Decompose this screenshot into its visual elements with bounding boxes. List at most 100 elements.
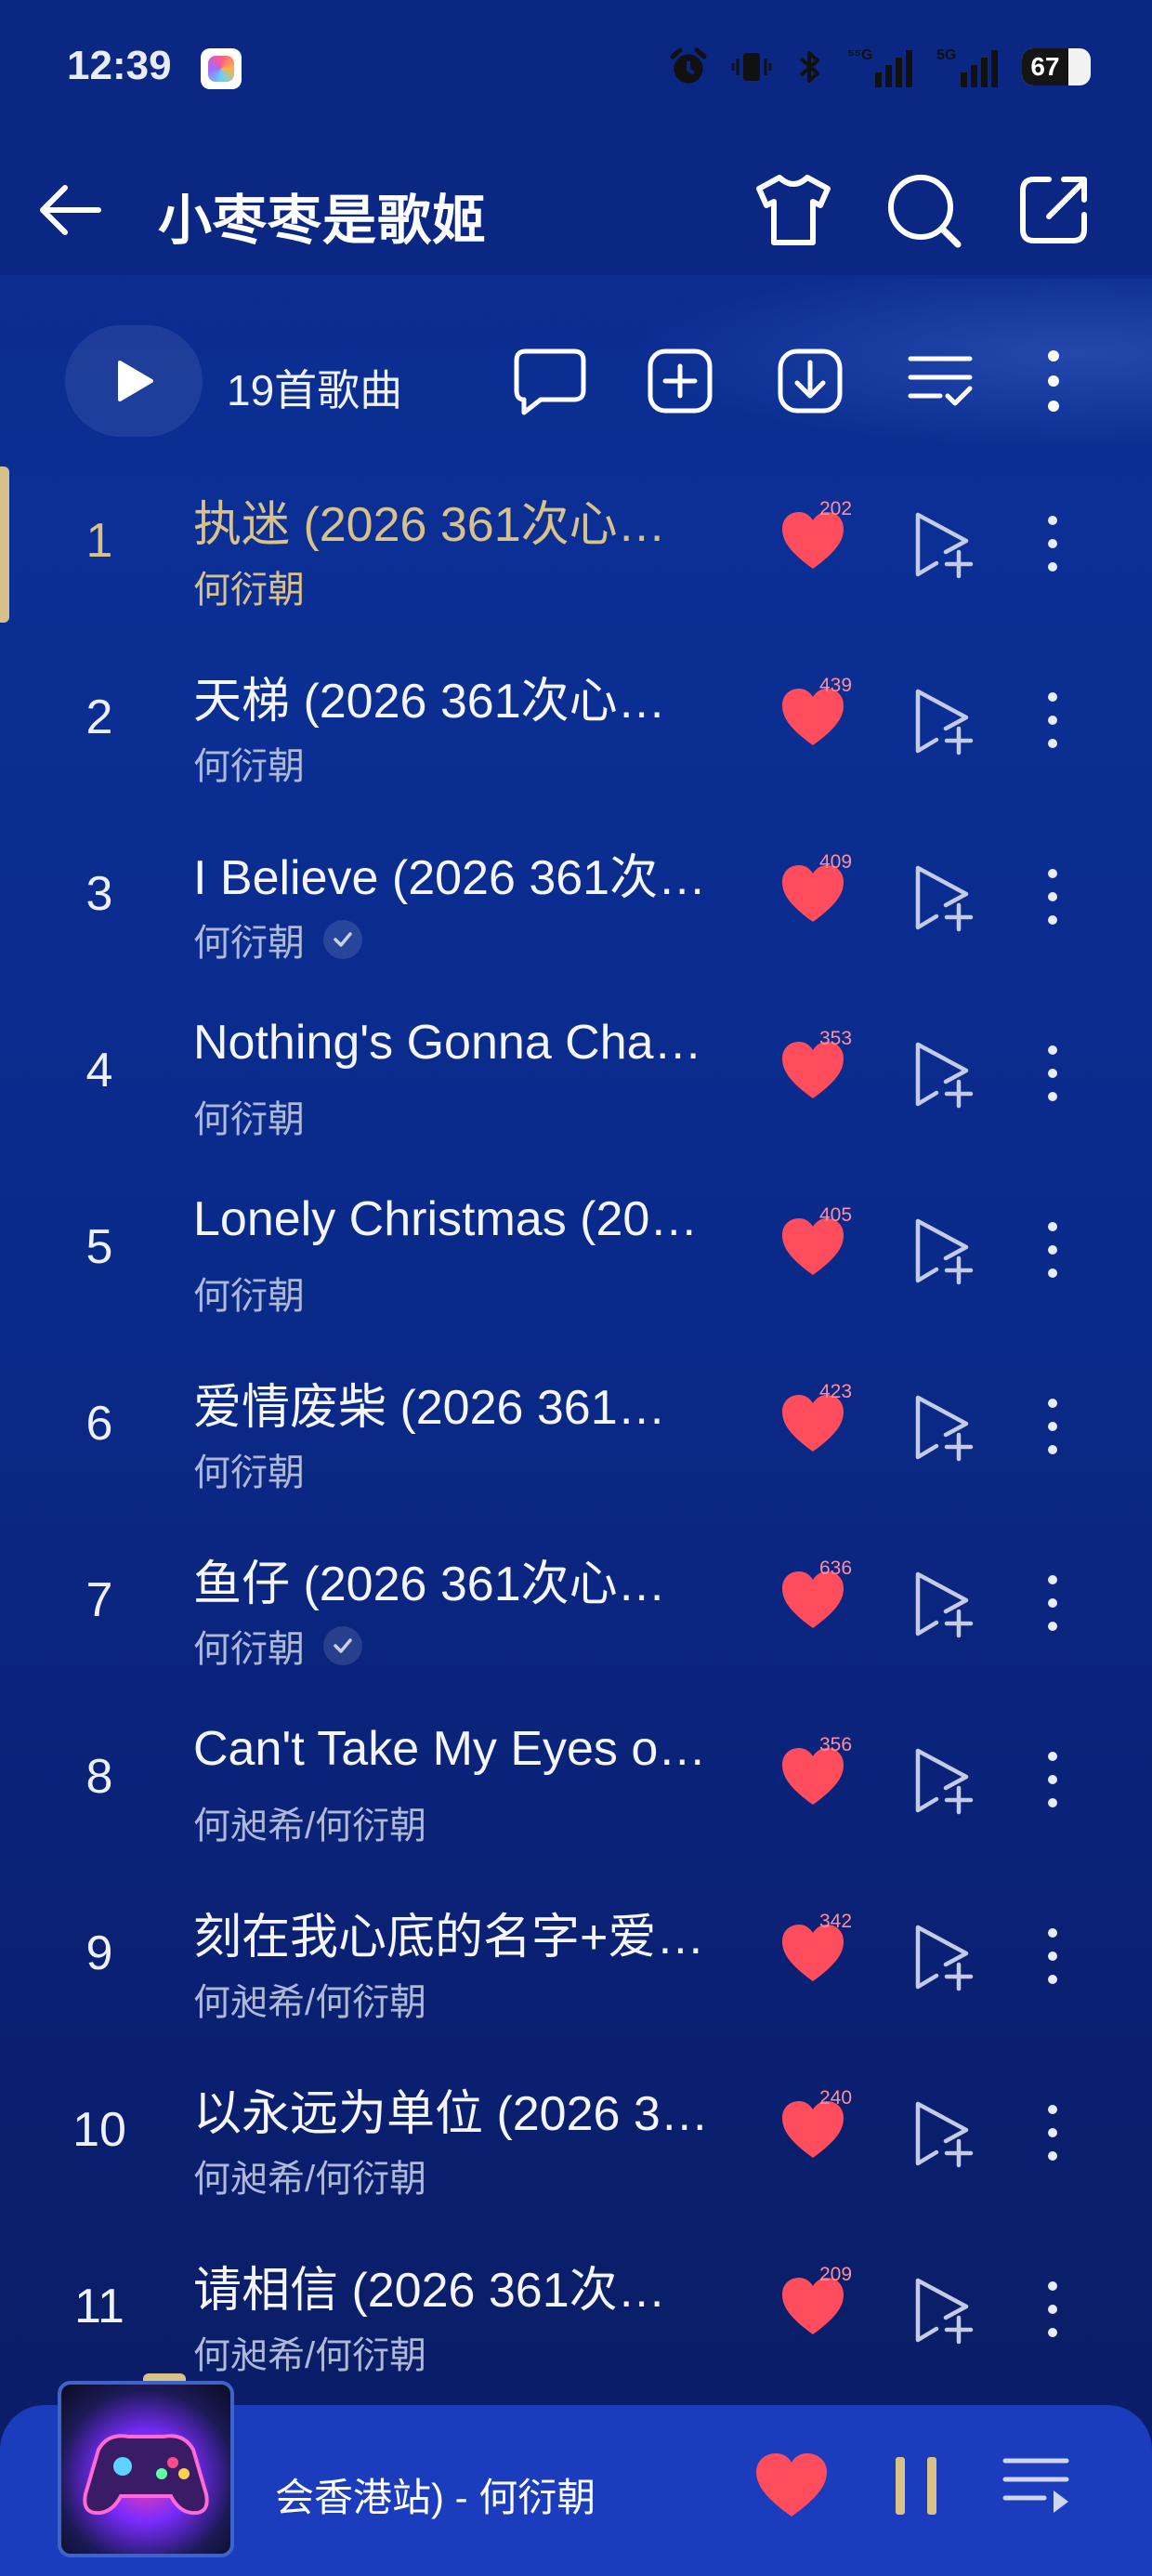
song-artist-line: 何衍朝 — [193, 1089, 305, 1143]
song-more-button[interactable] — [1039, 864, 1067, 929]
play-add-icon — [915, 512, 974, 579]
song-artist-line: 何衍朝 — [193, 1442, 305, 1496]
album-cover[interactable] — [58, 2381, 234, 2557]
track-number: 5 — [85, 1220, 113, 1274]
song-more-button[interactable] — [1039, 1394, 1067, 1459]
play-queue-button[interactable] — [1001, 2453, 1072, 2518]
song-artist: 何衍朝 — [193, 1276, 305, 1317]
song-row[interactable]: 2 天梯 (2026 361次心动… 何衍朝 439 — [0, 632, 1152, 808]
song-more-button[interactable] — [1039, 1217, 1067, 1282]
share-button[interactable] — [1009, 165, 1098, 255]
song-artist-line: 何昶希/何衍朝 — [193, 1795, 426, 1849]
download-button[interactable] — [766, 336, 855, 426]
like-count: 636 — [819, 1557, 853, 1579]
status-icons: ⁵⁵G 5G 67 — [667, 43, 1091, 91]
signal-5g-icon-2: 5G — [936, 47, 998, 87]
song-more-button[interactable] — [1039, 2277, 1067, 2342]
queue-icon — [1002, 2458, 1069, 2513]
more-vertical-icon — [1048, 1045, 1057, 1101]
game-controller-art — [83, 2434, 209, 2516]
song-more-button[interactable] — [1039, 511, 1067, 576]
alarm-icon — [670, 47, 707, 84]
song-artist: 何衍朝 — [193, 1452, 305, 1493]
battery-level: 67 — [1022, 48, 1068, 85]
like-count: 240 — [819, 2087, 853, 2109]
add-to-play-next-button[interactable] — [909, 686, 979, 756]
add-to-play-next-button[interactable] — [909, 1039, 979, 1110]
song-row[interactable]: 1 执迷 (2026 361次心动… 何衍朝 202 — [0, 455, 1152, 632]
song-artist: 何衍朝 — [193, 1629, 305, 1670]
back-button[interactable] — [33, 173, 108, 247]
more-vertical-icon — [1048, 516, 1057, 572]
signal-5g-icon: ⁵⁵G — [847, 47, 912, 87]
song-more-button[interactable] — [1039, 1571, 1067, 1636]
add-to-play-next-button[interactable] — [909, 1216, 979, 1286]
add-to-play-next-button[interactable] — [909, 2098, 979, 2169]
add-to-play-next-button[interactable] — [909, 2275, 979, 2346]
song-row[interactable]: 4 Nothing's Gonna Chan… 何衍朝 353 — [0, 985, 1152, 1162]
playlist-toolbar: 19首歌曲 — [0, 316, 1152, 446]
add-to-play-next-button[interactable] — [909, 1745, 979, 1816]
song-artist-line: 何衍朝 — [193, 1619, 362, 1673]
song-row[interactable]: 8 Can't Take My Eyes of… 何昶希/何衍朝 356 — [0, 1691, 1152, 1868]
song-more-button[interactable] — [1039, 1041, 1067, 1106]
like-count: 409 — [819, 851, 853, 873]
song-row[interactable]: 5 Lonely Christmas (20… 何衍朝 405 — [0, 1162, 1152, 1338]
search-button[interactable] — [879, 165, 968, 255]
song-more-button[interactable] — [1039, 2100, 1067, 2165]
add-to-play-next-button[interactable] — [909, 509, 979, 580]
song-row[interactable]: 11 请相信 (2026 361次心… 何昶希/何衍朝 209 — [0, 2221, 1152, 2398]
play-add-icon — [915, 1571, 974, 1638]
song-artist-line: 何昶希/何衍朝 — [193, 2149, 426, 2202]
song-row[interactable]: 10 以永远为单位 (2026 3… 何昶希/何衍朝 240 — [0, 2044, 1152, 2221]
song-row[interactable]: 9 刻在我心底的名字+爱… 何昶希/何衍朝 342 — [0, 1868, 1152, 2044]
back-arrow-icon — [40, 185, 101, 235]
song-more-button[interactable] — [1039, 1747, 1067, 1812]
track-number: 10 — [72, 2103, 126, 2157]
song-artist-line: 何衍朝 — [193, 559, 305, 613]
add-to-playlist-button[interactable] — [635, 336, 725, 426]
song-title: 执迷 (2026 361次心动… — [193, 498, 713, 552]
multi-select-button[interactable] — [896, 336, 985, 426]
app-notification-icon — [201, 48, 242, 89]
page-title: 小枣枣是歌姬 — [158, 191, 488, 251]
like-count: 342 — [819, 1911, 853, 1932]
comment-icon — [514, 348, 586, 415]
play-add-icon — [915, 1218, 974, 1285]
song-artist: 何衍朝 — [193, 923, 305, 964]
song-artist: 何衍朝 — [193, 746, 305, 787]
player-like-button[interactable] — [753, 2448, 831, 2526]
song-count: 19首歌曲 — [227, 366, 403, 414]
song-row[interactable]: 6 爱情废柴 (2026 361次… 何衍朝 423 — [0, 1338, 1152, 1515]
pause-button[interactable] — [892, 2453, 940, 2518]
battery-icon: 67 — [1022, 48, 1091, 85]
more-options-button[interactable] — [1009, 336, 1098, 426]
more-vertical-icon — [1048, 1752, 1057, 1807]
song-row[interactable]: 3 I Believe (2026 361次… 何衍朝 409 — [0, 808, 1152, 985]
play-all-button[interactable] — [65, 325, 203, 437]
bluetooth-icon — [799, 51, 819, 83]
comment-button[interactable] — [505, 336, 595, 426]
heart-icon — [756, 2453, 827, 2517]
track-number: 1 — [85, 514, 113, 568]
add-to-play-next-button[interactable] — [909, 862, 979, 933]
more-vertical-icon — [1048, 1222, 1057, 1278]
like-count: 353 — [819, 1028, 853, 1049]
song-artist: 何昶希/何衍朝 — [193, 1806, 427, 1847]
more-vertical-icon — [1048, 2281, 1057, 2337]
song-row[interactable]: 7 鱼仔 (2026 361次心动… 何衍朝 636 — [0, 1515, 1152, 1691]
song-more-button[interactable] — [1039, 1924, 1067, 1989]
skin-button[interactable] — [749, 165, 838, 255]
like-count: 209 — [819, 2264, 853, 2285]
add-to-play-next-button[interactable] — [909, 1392, 979, 1463]
status-time: 12:39 — [67, 43, 172, 88]
mini-player[interactable]: 会香港站) - 何衍朝 — [0, 2373, 1152, 2576]
song-more-button[interactable] — [1039, 688, 1067, 753]
now-playing-title[interactable]: 会香港站) - 何衍朝 — [275, 2466, 596, 2523]
add-to-play-next-button[interactable] — [909, 1922, 979, 1992]
track-number: 8 — [85, 1750, 113, 1804]
like-count: 423 — [819, 1381, 853, 1402]
track-number: 4 — [85, 1044, 113, 1097]
song-artist-line: 何衍朝 — [193, 1266, 305, 1320]
add-to-play-next-button[interactable] — [909, 1569, 979, 1639]
